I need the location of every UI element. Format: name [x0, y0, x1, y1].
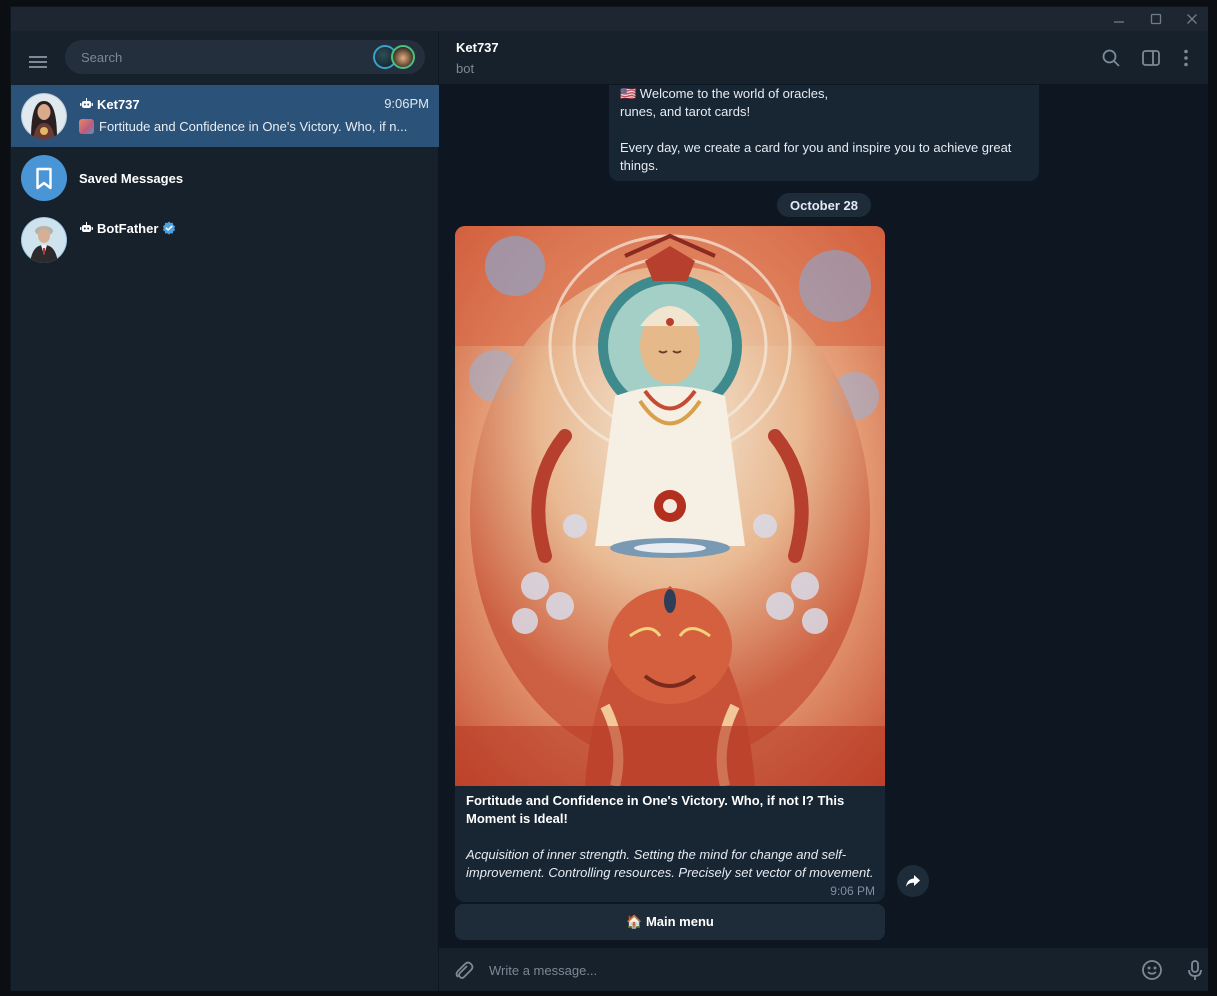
search-icon[interactable] — [1099, 46, 1123, 70]
caption-body: Acquisition of inner strength. Setting t… — [466, 847, 874, 880]
message-time: 9:06 PM — [830, 884, 875, 898]
verified-badge-icon — [162, 221, 176, 235]
chat-list-sidebar: Ket737 9:06PM Fortitude and Confidence i… — [11, 31, 439, 991]
header-subtitle: bot — [456, 61, 475, 76]
bot-icon — [79, 221, 93, 235]
minimize-icon[interactable] — [1101, 7, 1137, 31]
tarot-card-image[interactable] — [455, 226, 885, 788]
chat-name: BotFather — [97, 220, 159, 236]
message-text: things. — [620, 158, 659, 173]
chat-name: Ket737 — [97, 96, 140, 112]
emoji-icon[interactable] — [1140, 958, 1164, 982]
stories-avatars[interactable] — [373, 45, 417, 69]
chat-header: Ket737 bot — [439, 31, 1208, 85]
message-composer — [439, 947, 1208, 991]
app-window: Ket737 9:06PM Fortitude and Confidence i… — [10, 6, 1208, 991]
microphone-icon[interactable] — [1183, 958, 1207, 982]
avatar — [21, 217, 67, 263]
maximize-icon[interactable] — [1138, 7, 1174, 31]
more-options-icon[interactable] — [1174, 46, 1198, 70]
header-title[interactable]: Ket737 — [456, 40, 499, 55]
search-box[interactable] — [65, 40, 425, 74]
avatar — [21, 93, 67, 139]
chat-time: 9:06PM — [384, 96, 429, 111]
message-text: 🇺🇸 Welcome to the world of oracles, — [620, 86, 829, 101]
chat-item-ket737[interactable]: Ket737 9:06PM Fortitude and Confidence i… — [11, 85, 439, 147]
message-bubble[interactable]: 🇺🇸 Welcome to the world of oracles, rune… — [609, 85, 1039, 181]
bookmark-icon — [21, 155, 67, 201]
chat-preview: Fortitude and Confidence in One's Victor… — [99, 119, 408, 134]
chat-item-saved-messages[interactable]: Saved Messages — [11, 147, 439, 209]
sidebar-toggle-icon[interactable] — [1139, 46, 1163, 70]
chat-item-botfather[interactable]: BotFather — [11, 209, 439, 271]
close-icon[interactable] — [1174, 7, 1210, 31]
chat-name: Saved Messages — [79, 170, 184, 186]
caption-title: Fortitude and Confidence in One's Victor… — [466, 793, 845, 826]
attach-icon[interactable] — [451, 958, 475, 982]
message-text: runes, and tarot cards! — [620, 104, 751, 119]
main-menu-button[interactable]: 🏠 Main menu — [455, 904, 885, 940]
message-text: Every day, we create a card for you and … — [620, 140, 1012, 155]
title-bar — [11, 7, 1208, 31]
forward-icon[interactable] — [897, 865, 929, 897]
hamburger-menu-icon[interactable] — [25, 49, 51, 75]
bot-icon — [79, 97, 93, 111]
story-avatar[interactable] — [391, 45, 415, 69]
date-separator: October 28 — [777, 193, 871, 217]
search-input[interactable] — [81, 48, 361, 66]
photo-message-bubble[interactable]: Fortitude and Confidence in One's Victor… — [455, 226, 885, 902]
chat-panel: Ket737 bot 🇺🇸 Welcome to the world of or… — [439, 31, 1208, 991]
message-input[interactable] — [489, 960, 1089, 980]
photo-thumbnail-icon — [79, 119, 94, 134]
message-list: 🇺🇸 Welcome to the world of oracles, rune… — [439, 85, 1208, 947]
